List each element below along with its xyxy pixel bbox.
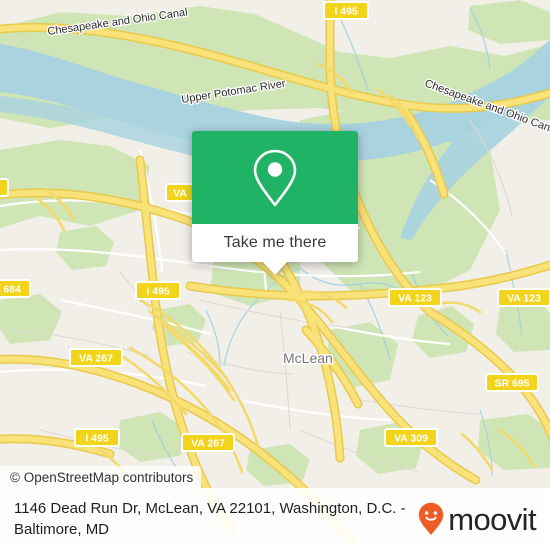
- map-screenshot: Chesapeake and Ohio Canal Chesapeake and…: [0, 0, 550, 550]
- svg-text:VA 123: VA 123: [398, 293, 432, 305]
- address-text: 1146 Dead Run Dr, McLean, VA 22101, Wash…: [14, 500, 406, 538]
- map-pin-icon: [253, 149, 297, 206]
- svg-text:VA: VA: [173, 188, 187, 200]
- svg-text:VA 309: VA 309: [394, 433, 428, 445]
- svg-text:VA 267: VA 267: [191, 438, 225, 450]
- road-shield-va123-a: VA 123: [388, 288, 442, 307]
- road-shield-i495-south: I 495: [74, 428, 120, 447]
- road-shield-i495-north: I 495: [323, 1, 369, 20]
- destination-popup[interactable]: Take me there: [192, 131, 358, 275]
- map-place-label-mclean: McLean: [282, 349, 335, 368]
- svg-text:I 495: I 495: [146, 286, 170, 298]
- svg-text:McLean: McLean: [283, 350, 333, 366]
- svg-text:SR 695: SR 695: [494, 378, 529, 390]
- svg-text:VA 684: VA 684: [0, 284, 21, 296]
- svg-text:I 495: I 495: [334, 6, 358, 18]
- popup-header: [192, 131, 358, 224]
- road-shield-sr695: SR 695: [485, 373, 539, 392]
- moovit-smiley-pin-icon: [419, 502, 444, 535]
- popup-tail: [262, 261, 288, 275]
- road-shield-va267-a: VA 267: [69, 348, 123, 367]
- take-me-there-label: Take me there: [223, 234, 327, 251]
- moovit-brand[interactable]: moovit: [418, 501, 537, 537]
- attribution-text: © OpenStreetMap contributors: [10, 469, 194, 485]
- svg-text:VA 267: VA 267: [79, 353, 113, 365]
- popup-action[interactable]: Take me there: [192, 224, 358, 262]
- footer-bar: 1146 Dead Run Dr, McLean, VA 22101, Wash…: [0, 488, 550, 550]
- road-shield-i495-mid: I 495: [135, 281, 181, 300]
- road-shield-va123-b: VA 123: [497, 288, 550, 307]
- road-shield-va309: VA 309: [384, 428, 438, 447]
- road-shield-left-edge-partial: [0, 178, 9, 197]
- svg-text:I 495: I 495: [85, 433, 109, 445]
- moovit-wordmark: moovit: [448, 501, 536, 537]
- road-shield-va684: VA 684: [0, 279, 31, 298]
- road-shield-va267-b: VA 267: [181, 433, 235, 452]
- map-attribution[interactable]: © OpenStreetMap contributors: [0, 466, 202, 488]
- svg-text:VA 123: VA 123: [507, 293, 541, 305]
